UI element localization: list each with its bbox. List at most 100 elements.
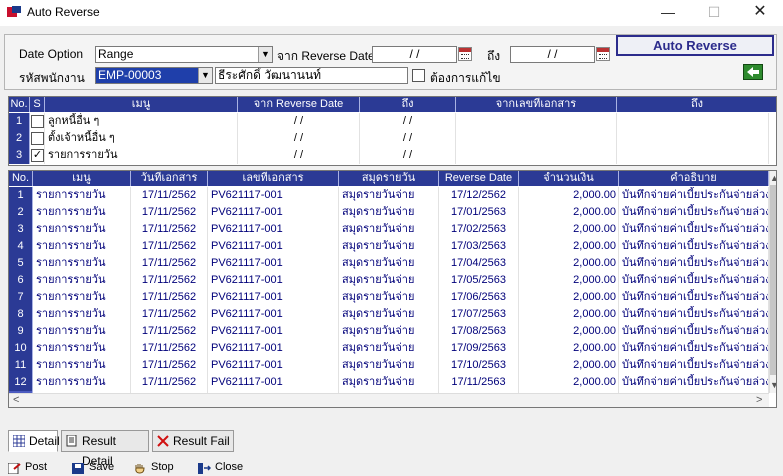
from-doc-cell[interactable]	[456, 113, 617, 130]
scrollbar-thumb[interactable]	[770, 185, 776, 375]
column-header: No.	[9, 97, 30, 112]
table-row[interactable]: 4 รายการรายวัน 17/11/2562 PV621117-001 สมุดร…	[9, 238, 769, 255]
row-number: 8	[9, 306, 33, 323]
description-cell: บันทึกจ่ายค่าเบี้ยประกันจ่ายล่วง	[619, 374, 769, 391]
menu-cell: รายการรายวัน	[33, 357, 131, 374]
column-header: ถึง	[617, 97, 776, 112]
table-row[interactable]: 11 รายการรายวัน 17/11/2562 PV621117-001 สมุด…	[9, 357, 769, 374]
tab-result-detail[interactable]: Result Detail	[61, 430, 149, 468]
close-button[interactable]: Close	[198, 458, 243, 476]
title-bar: Auto Reverse — ☐ ✕	[0, 0, 783, 26]
table-row[interactable]: 3 รายการรายวัน 17/11/2562 PV621117-001 สมุดร…	[9, 221, 769, 238]
doc-no-cell: PV621117-001	[208, 187, 339, 204]
tab-detail[interactable]: Detail	[8, 430, 60, 452]
tab-strip: Detail Result Detail Result Fail	[8, 430, 308, 468]
table-row[interactable]: 3 ✓ รายการรายวัน / / / /	[9, 147, 769, 164]
save-button[interactable]: Save	[72, 458, 114, 476]
chevron-down-icon[interactable]: ▼	[258, 47, 272, 62]
to-doc-cell[interactable]	[617, 130, 769, 147]
from-date-cell[interactable]: / /	[238, 113, 360, 130]
column-header: S	[30, 97, 45, 112]
table-row[interactable]: 7 รายการรายวัน 17/11/2562 PV621117-001 สมุดร…	[9, 289, 769, 306]
stop-button[interactable]: Stop	[134, 458, 174, 476]
amount-cell: 2,000.00	[519, 289, 619, 306]
journal-cell: สมุดรายวันจ่าย	[339, 323, 439, 340]
journal-cell: สมุดรายวันจ่าย	[339, 204, 439, 221]
doc-no-cell: PV621117-001	[208, 340, 339, 357]
hand-icon	[135, 464, 145, 474]
grid-icon	[13, 435, 25, 447]
horizontal-scrollbar[interactable]	[9, 393, 769, 407]
to-doc-cell[interactable]	[617, 147, 769, 164]
chevron-down-icon[interactable]: ▼	[198, 68, 212, 83]
row-checkbox-checked[interactable]: ✓	[31, 149, 44, 162]
description-cell: บันทึกจ่ายค่าเบี้ยประกันจ่ายล่วง	[619, 357, 769, 374]
doc-date-cell: 17/11/2562	[131, 289, 208, 306]
doc-date-cell: 17/11/2562	[131, 323, 208, 340]
scroll-down-icon[interactable]: ▼	[770, 380, 776, 390]
table-row[interactable]: 1 ลูกหนี้อื่น ๆ / / / /	[9, 113, 769, 130]
journal-cell: สมุดรายวันจ่าย	[339, 357, 439, 374]
to-doc-cell[interactable]	[617, 113, 769, 130]
row-checkbox[interactable]	[31, 132, 44, 145]
reverse-date-cell: 17/01/2563	[439, 204, 519, 221]
table-row[interactable]: 5 รายการรายวัน 17/11/2562 PV621117-001 สมุดร…	[9, 255, 769, 272]
amount-cell: 2,000.00	[519, 357, 619, 374]
employee-code-select[interactable]: EMP-00003	[95, 67, 213, 84]
exit-icon	[198, 463, 211, 474]
from-date-label: จาก Reverse Date	[277, 49, 375, 63]
journal-cell: สมุดรายวันจ่าย	[339, 340, 439, 357]
row-number: 12	[9, 374, 33, 391]
from-doc-cell[interactable]	[456, 147, 617, 164]
row-checkbox[interactable]	[31, 115, 44, 128]
to-date-cell[interactable]: / /	[360, 113, 456, 130]
calendar-icon[interactable]	[596, 47, 610, 61]
row-number: 2	[9, 204, 33, 221]
from-date-input[interactable]: / /	[372, 46, 457, 63]
table-row[interactable]: 2 รายการรายวัน 17/11/2562 PV621117-001 สมุดร…	[9, 204, 769, 221]
result-grid: No. เมนู วันที่เอกสาร เลขที่เอกสาร สมุดร…	[8, 170, 777, 408]
doc-no-cell: PV621117-001	[208, 255, 339, 272]
tab-result-fail[interactable]: Result Fail	[152, 430, 234, 452]
description-cell: บันทึกจ่ายค่าเบี้ยประกันจ่ายล่วง	[619, 289, 769, 306]
run-icon[interactable]	[743, 64, 763, 80]
table-row[interactable]: 12 รายการรายวัน 17/11/2562 PV621117-001 สมุด…	[9, 374, 769, 391]
edit-checkbox-label: ต้องการแก้ไข	[430, 71, 501, 85]
doc-date-cell: 17/11/2562	[131, 204, 208, 221]
scroll-left-icon[interactable]: <	[13, 394, 19, 406]
doc-no-cell: PV621117-001	[208, 221, 339, 238]
maximize-button[interactable]: ☐	[692, 0, 736, 26]
from-doc-cell[interactable]	[456, 130, 617, 147]
table-row[interactable]: 10 รายการรายวัน 17/11/2562 PV621117-001 สมุด…	[9, 340, 769, 357]
scroll-up-icon[interactable]: ▲	[770, 173, 776, 183]
auto-reverse-button[interactable]: Auto Reverse	[616, 35, 774, 56]
menu-cell: รายการรายวัน	[33, 272, 131, 289]
to-date-cell[interactable]: / /	[360, 130, 456, 147]
table-row[interactable]: 8 รายการรายวัน 17/11/2562 PV621117-001 สมุดร…	[9, 306, 769, 323]
date-option-select[interactable]: Range	[95, 46, 273, 63]
description-cell: บันทึกจ่ายค่าเบี้ยประกันจ่ายล่วง	[619, 187, 769, 204]
table-row[interactable]: 1 รายการรายวัน 17/11/2562 PV621117-001 สมุดร…	[9, 187, 769, 204]
row-number: 4	[9, 238, 33, 255]
post-button[interactable]: Post	[8, 458, 47, 476]
row-number: 10	[9, 340, 33, 357]
to-date-input[interactable]: / /	[510, 46, 595, 63]
table-row[interactable]: 9 รายการรายวัน 17/11/2562 PV621117-001 สมุดร…	[9, 323, 769, 340]
post-icon	[8, 463, 21, 474]
to-date-cell[interactable]: / /	[360, 147, 456, 164]
table-row[interactable]: 2 ตั้งเจ้าหนี้อื่น ๆ / / / /	[9, 130, 769, 147]
column-header: เลขที่เอกสาร	[208, 171, 339, 186]
edit-checkbox[interactable]	[412, 69, 425, 82]
scroll-right-icon[interactable]: >	[756, 394, 762, 406]
document-icon	[66, 435, 77, 447]
calendar-icon[interactable]	[458, 47, 472, 61]
doc-date-cell: 17/11/2562	[131, 238, 208, 255]
column-header: เมนู	[33, 171, 131, 186]
close-window-button[interactable]: ✕	[738, 0, 782, 26]
from-date-cell[interactable]: / /	[238, 130, 360, 147]
from-date-cell[interactable]: / /	[238, 147, 360, 164]
amount-cell: 2,000.00	[519, 187, 619, 204]
minimize-button[interactable]: —	[646, 0, 690, 26]
reverse-date-cell: 17/07/2563	[439, 306, 519, 323]
table-row[interactable]: 6 รายการรายวัน 17/11/2562 PV621117-001 สมุดร…	[9, 272, 769, 289]
